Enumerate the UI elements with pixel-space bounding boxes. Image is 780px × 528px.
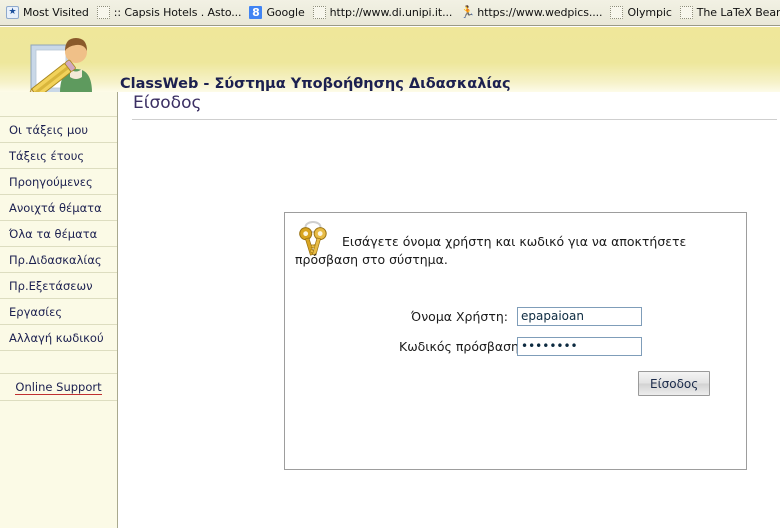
sidebar-item-year-classes[interactable]: Τάξεις έτους bbox=[0, 142, 117, 169]
bookmark-di-unipi[interactable]: http://www.di.unipi.it... bbox=[309, 3, 457, 23]
login-panel: Εισάγετε όνομα χρήστη και κωδικό για να … bbox=[284, 212, 747, 470]
sidebar-item-label: Αλλαγή κωδικού bbox=[9, 330, 104, 345]
sidebar-item-label: Εργασίες bbox=[9, 304, 63, 319]
sidebar-item-label: Οι τάξεις μου bbox=[9, 122, 89, 137]
sidebar-item-all-topics[interactable]: Όλα τα θέματα bbox=[0, 220, 117, 247]
google-icon: 8 bbox=[249, 6, 263, 19]
sidebar-item-label: Προηγούμενες bbox=[9, 174, 93, 189]
page-header: ClassWeb - Σύστημα Υποβοήθησης Διδασκαλί… bbox=[0, 27, 780, 101]
bookmark-label: :: Capsis Hotels . Asto... bbox=[113, 6, 242, 19]
sidebar-item-label: Ανοιχτά θέματα bbox=[9, 200, 102, 215]
blank-page-icon bbox=[679, 6, 693, 19]
sidebar-item-teaching-program[interactable]: Πρ.Διδασκαλίας bbox=[0, 246, 117, 273]
bookmark-label: Most Visited bbox=[23, 6, 89, 19]
username-label: Όνομα Χρήστη: bbox=[411, 308, 508, 324]
sidebar: Οι τάξεις μου Τάξεις έτους Προηγούμενες … bbox=[0, 92, 118, 528]
bookmark-google[interactable]: 8 Google bbox=[245, 3, 308, 23]
login-instruction: Εισάγετε όνομα χρήστη και κωδικό για να … bbox=[295, 234, 687, 267]
sidebar-item-open-topics[interactable]: Ανοιχτά θέματα bbox=[0, 194, 117, 221]
blank-page-icon bbox=[610, 6, 624, 19]
sidebar-item-label: Πρ.Εξετάσεων bbox=[9, 278, 93, 293]
bookmark-latex-beamer[interactable]: The LaTeX Beamer Cla... bbox=[676, 3, 780, 23]
password-input[interactable] bbox=[517, 336, 642, 356]
bookmark-label: Olympic bbox=[627, 6, 672, 19]
bookmark-label: The LaTeX Beamer Cla... bbox=[696, 6, 780, 19]
sidebar-support-row: Online Support bbox=[0, 373, 117, 401]
sidebar-item-exams-program[interactable]: Πρ.Εξετάσεων bbox=[0, 272, 117, 299]
blank-page-icon bbox=[312, 6, 326, 19]
bookmark-most-visited[interactable]: ★ Most Visited bbox=[2, 3, 93, 23]
bookmarks-toolbar: ★ Most Visited :: Capsis Hotels . Asto..… bbox=[0, 0, 780, 26]
username-input[interactable] bbox=[517, 306, 642, 326]
login-submit-button[interactable]: Είσοδος bbox=[638, 371, 711, 396]
bookmark-capsis-hotels[interactable]: :: Capsis Hotels . Asto... bbox=[93, 3, 246, 23]
sidebar-top-spacer bbox=[0, 92, 117, 117]
bookmark-wedpics[interactable]: 🏃 https://www.wedpics.... bbox=[456, 3, 606, 23]
online-support-link[interactable]: Online Support bbox=[15, 380, 102, 395]
sidebar-item-previous[interactable]: Προηγούμενες bbox=[0, 168, 117, 195]
sidebar-item-label: Όλα τα θέματα bbox=[9, 226, 98, 241]
submit-row: Είσοδος bbox=[285, 371, 748, 396]
runner-icon: 🏃 bbox=[460, 5, 476, 19]
bookmark-label: http://www.di.unipi.it... bbox=[329, 6, 453, 19]
blank-page-icon bbox=[96, 6, 110, 19]
sidebar-item-assignments[interactable]: Εργασίες bbox=[0, 298, 117, 325]
app-title: ClassWeb - Σύστημα Υποβοήθησης Διδασκαλί… bbox=[120, 76, 511, 92]
page-title: Είσοδος bbox=[133, 93, 202, 113]
sidebar-item-change-password[interactable]: Αλλαγή κωδικού bbox=[0, 324, 117, 351]
main-content: Είσοδος Εισάγετε όνομα χρήστη και κωδικό… bbox=[119, 92, 780, 528]
username-row: Όνομα Χρήστη: bbox=[285, 301, 748, 331]
bookmark-olympic[interactable]: Olympic bbox=[606, 3, 675, 23]
password-row: Κωδικός πρόσβασης: bbox=[285, 331, 748, 361]
bookmark-label: Google bbox=[266, 6, 305, 19]
star-icon: ★ bbox=[6, 6, 19, 19]
password-label: Κωδικός πρόσβασης: bbox=[399, 338, 531, 354]
sidebar-item-label: Πρ.Διδασκαλίας bbox=[9, 252, 102, 267]
title-divider bbox=[132, 119, 777, 120]
login-form: Όνομα Χρήστη: Κωδικός πρόσβασης: bbox=[285, 301, 748, 361]
sidebar-item-my-classes[interactable]: Οι τάξεις μου bbox=[0, 116, 117, 143]
bookmark-label: https://www.wedpics.... bbox=[477, 6, 603, 19]
sidebar-item-label: Τάξεις έτους bbox=[9, 148, 85, 163]
